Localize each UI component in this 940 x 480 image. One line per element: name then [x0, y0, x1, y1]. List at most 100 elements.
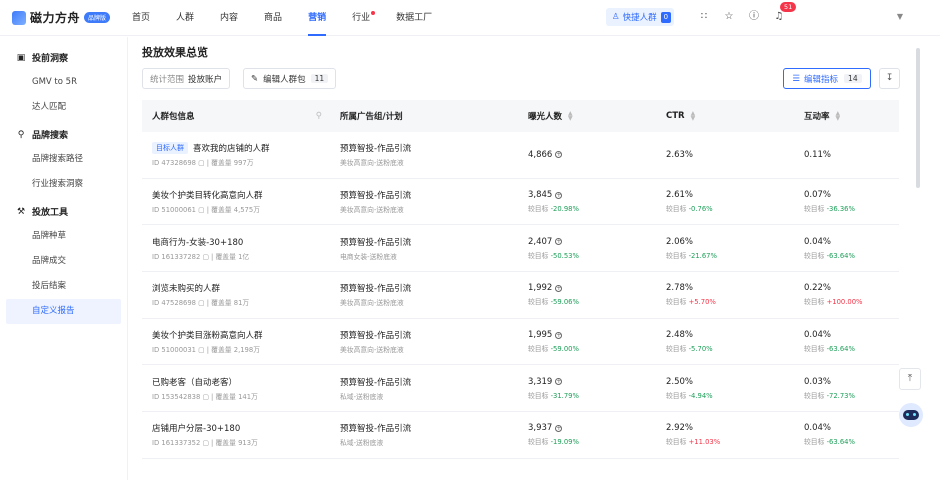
crowd-info-cell: 目标人群 喜欢我的店铺的人群 ID 47328698 ▢ | 覆盖量 997万	[142, 132, 330, 178]
sort-icon[interactable]: ▲ ▼	[836, 111, 841, 122]
column-header[interactable]: CTR ▲ ▼	[656, 100, 794, 132]
crowd-name-text: 美妆个护类目涨粉高意向人群	[152, 331, 263, 342]
interaction-compare: 较目标 -36.36%	[804, 203, 899, 213]
tool-icon: ⚒	[16, 206, 26, 217]
ctr-value: 2.06%	[666, 236, 694, 247]
download-icon[interactable]: ↧	[879, 68, 900, 89]
crowd-name[interactable]: 目标人群 喜欢我的店铺的人群	[152, 142, 330, 155]
nav-item-label: 首页	[132, 12, 151, 23]
interaction-value: 0.03%	[804, 376, 832, 387]
sidebar-item[interactable]: GMV to 5R	[0, 70, 127, 95]
column-header-label: 互动率	[804, 112, 830, 122]
grid-icon[interactable]: ∷	[697, 10, 711, 24]
plan-sub: 私域-送粉底液	[340, 392, 384, 401]
crowd-name[interactable]: 店铺用户分层-30+180	[152, 422, 330, 434]
interaction-compare: 较目标 -63.64%	[804, 250, 899, 260]
compare-label: 较目标	[528, 251, 551, 260]
nav-item-label: 营销	[308, 12, 327, 23]
column-header-label: 曝光人数	[528, 112, 563, 122]
sidebar-item[interactable]: 达人匹配	[0, 95, 127, 120]
logo-badge: 品牌版	[84, 12, 111, 23]
plus-icon[interactable]: +	[555, 331, 563, 339]
edit-crowd-label: 编辑人群包	[263, 74, 306, 85]
column-header[interactable]: 曝光人数 ▲ ▼	[518, 100, 656, 132]
interaction-compare: 较目标 -63.64%	[804, 343, 899, 353]
plus-icon[interactable]: +	[555, 191, 563, 199]
plus-icon[interactable]: +	[555, 151, 563, 159]
table-row[interactable]: 浏览未购买的人群 ID 47528698 ▢ | 覆盖量 81万 预算智投-作品引流…	[142, 272, 899, 319]
exposure-value: 4,866 +	[528, 150, 656, 160]
bell-icon[interactable]: ♫	[772, 10, 786, 24]
assistant-robot-icon[interactable]	[899, 403, 923, 427]
logo[interactable]: 磁力方舟 品牌版	[12, 9, 132, 26]
nav-item[interactable]: 内容	[220, 0, 238, 36]
nav-item[interactable]: 首页	[132, 0, 150, 36]
table-row[interactable]: 美妆个护类目涨粉高意向人群 ID 51000031 ▢ | 覆盖量 2,198万 预…	[142, 319, 899, 366]
back-to-top-icon[interactable]: ⤒	[899, 368, 921, 390]
star-icon[interactable]: ☆	[722, 10, 736, 24]
table-row[interactable]: 店铺用户分层-30+180 ID 161337352 ▢ | 覆盖量 913万 预算…	[142, 412, 899, 459]
table-row[interactable]: 已购老客（自动老客） ID 153542838 ▢ | 覆盖量 141万 预算智投-…	[142, 365, 899, 413]
exposure-value: 3,845 +	[528, 190, 656, 200]
interaction-cell: 0.04% 较目标 -63.64%	[794, 412, 899, 458]
nav-item[interactable]: 人群	[176, 0, 194, 36]
nav-item[interactable]: 商品	[264, 0, 282, 36]
crowd-name[interactable]: 电商行为-女装-30+180	[152, 236, 330, 248]
crowd-info-cell: 美妆个护类目转化高意向人群 ID 51000061 ▢ | 覆盖量 4,575万	[142, 179, 330, 225]
chevron-down-icon[interactable]: ▼	[893, 10, 907, 24]
plus-icon[interactable]: +	[555, 284, 563, 292]
compare-label: 较目标	[666, 251, 689, 260]
crowd-name[interactable]: 美妆个护类目涨粉高意向人群	[152, 329, 330, 341]
nav-item[interactable]: 营销	[308, 0, 327, 36]
interaction-cell: 0.11%	[794, 132, 899, 178]
exposure-cell: 2,407 + 较目标 -50.53%	[518, 225, 656, 271]
sort-icon[interactable]: ▲ ▼	[691, 111, 696, 122]
exposure-number: 3,937	[528, 423, 553, 434]
sidebar-item[interactable]: 品牌成交	[0, 249, 127, 274]
edit-metrics-button[interactable]: ☰ 编辑指标 14	[783, 68, 871, 89]
table-header: 人群包信息 ⚲ 所属广告组/计划 曝光人数 ▲ ▼ CTR ▲ ▼ 互动率 ▲ ▼	[142, 100, 899, 132]
sort-icon[interactable]: ▲ ▼	[568, 111, 573, 122]
crowd-name[interactable]: 已购老客（自动老客）	[152, 376, 330, 388]
compare-value: +11.03%	[688, 438, 721, 447]
search-icon[interactable]: ⚲	[316, 111, 322, 121]
crowd-info-cell: 已购老客（自动老客） ID 153542838 ▢ | 覆盖量 141万	[142, 365, 330, 411]
sidebar-item[interactable]: 品牌搜索路径	[0, 147, 127, 172]
compare-value: +100.00%	[826, 298, 863, 307]
exposure-number: 1,995	[528, 330, 553, 341]
interaction-cell: 0.07% 较目标 -36.36%	[794, 179, 899, 225]
crowd-name[interactable]: 美妆个护类目转化高意向人群	[152, 189, 330, 201]
plus-icon[interactable]: +	[555, 424, 563, 432]
user-icon: ♙	[612, 12, 620, 22]
compare-value: -63.64%	[826, 251, 855, 260]
ctr-value: 2.78%	[666, 283, 694, 294]
quick-crowd-label: 快捷人群	[622, 13, 657, 23]
sidebar-item[interactable]: 品牌种草	[0, 224, 127, 249]
sidebar-item[interactable]: 投后结案	[0, 274, 127, 299]
table-row[interactable]: 电商行为-女装-30+180 ID 161337282 ▢ | 覆盖量 1亿 预算智…	[142, 225, 899, 273]
edit-crowd-button[interactable]: ✎ 编辑人群包 11	[243, 68, 337, 89]
ctr-cell: 2.48% 较目标 -5.70%	[656, 319, 794, 365]
nav-item[interactable]: 数据工厂	[396, 0, 432, 36]
scrollbar[interactable]	[916, 48, 920, 188]
sidebar-item[interactable]: 自定义报告	[6, 299, 121, 324]
interaction-value: 0.04%	[804, 423, 832, 434]
table-row[interactable]: 美妆个护类目转化高意向人群 ID 51000061 ▢ | 覆盖量 4,575万 预…	[142, 179, 899, 226]
plus-icon[interactable]: +	[555, 378, 563, 386]
compare-value: -63.64%	[826, 438, 855, 447]
ctr-compare: 较目标 +5.70%	[666, 296, 794, 306]
table-row[interactable]: 目标人群 喜欢我的店铺的人群 ID 47328698 ▢ | 覆盖量 997万 预算智…	[142, 132, 899, 179]
nav-item[interactable]: 行业	[352, 0, 376, 36]
sidebar-group: ⚒ 投放工具	[0, 199, 127, 224]
crowd-meta: ID 51000031 ▢ | 覆盖量 2,198万	[152, 346, 260, 355]
help-icon[interactable]: ⓘ	[747, 10, 761, 24]
column-header[interactable]: 互动率 ▲ ▼	[794, 100, 899, 132]
scope-filter[interactable]: 统计范围 投放账户	[142, 68, 231, 89]
crowd-name[interactable]: 浏览未购买的人群	[152, 282, 330, 294]
plan-name: 预算智投-作品引流	[340, 191, 412, 202]
plus-icon[interactable]: +	[555, 238, 563, 246]
robot-face	[903, 410, 919, 420]
ctr-compare: 较目标 -4.94%	[666, 390, 794, 400]
sidebar-item[interactable]: 行业搜索洞察	[0, 172, 127, 197]
quick-crowd-button[interactable]: ♙ 快捷人群 0	[606, 8, 675, 26]
